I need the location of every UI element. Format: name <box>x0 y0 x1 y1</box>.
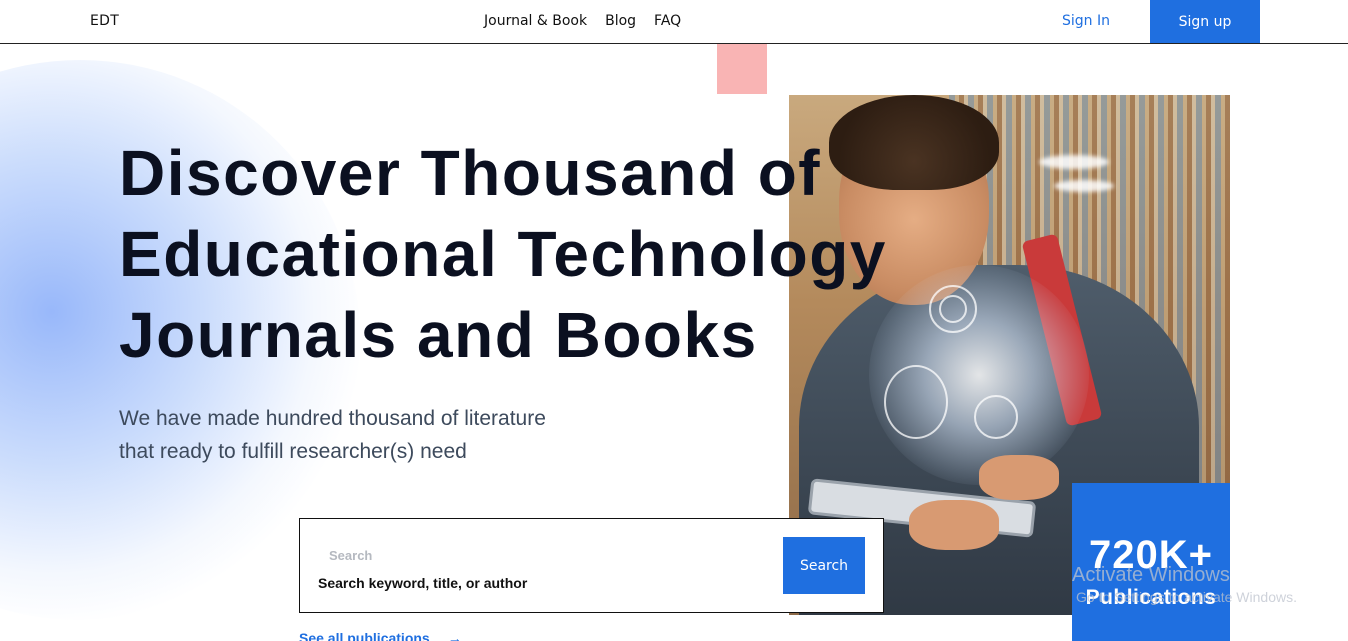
student-hand <box>979 455 1059 500</box>
ceiling-light <box>1039 155 1109 169</box>
hologram-heart <box>884 365 948 439</box>
headline-line: Educational Technology <box>119 218 887 290</box>
search-button[interactable]: Search <box>783 537 865 594</box>
hero-subtext: We have made hundred thousand of literat… <box>119 402 546 468</box>
main-nav: Journal & Book Blog FAQ <box>484 13 681 29</box>
headline-line: Discover Thousand of <box>119 137 822 209</box>
headline-line: Journals and Books <box>119 299 758 371</box>
ceiling-light <box>1054 180 1114 192</box>
search-panel: Search Search <box>299 518 884 613</box>
subtext-line: We have made hundred thousand of literat… <box>119 407 546 430</box>
hero-headline: Discover Thousand of Educational Technol… <box>119 133 887 376</box>
search-input[interactable] <box>318 575 758 591</box>
stat-value: 720K+ <box>1089 533 1213 577</box>
decorative-pink-square <box>717 44 767 94</box>
arrow-right-icon: → <box>447 630 462 641</box>
hologram-ring <box>974 395 1018 439</box>
search-label: Search <box>329 548 373 563</box>
top-navbar: EDT Journal & Book Blog FAQ Sign In Sign… <box>0 0 1348 44</box>
subtext-line: that ready to fulfill researcher(s) need <box>119 440 467 463</box>
student-hand <box>909 500 999 550</box>
hologram-ring <box>939 295 967 323</box>
landing-page: EDT Journal & Book Blog FAQ Sign In Sign… <box>0 0 1348 641</box>
nav-faq[interactable]: FAQ <box>654 13 681 29</box>
see-all-label: See all publications <box>299 630 430 641</box>
logo[interactable]: EDT <box>90 13 119 29</box>
sign-in-link[interactable]: Sign In <box>1062 13 1110 29</box>
publications-stat-card: 720K+ Publications <box>1072 483 1230 641</box>
nav-blog[interactable]: Blog <box>605 13 636 29</box>
nav-journal-book[interactable]: Journal & Book <box>484 13 587 29</box>
stat-label: Publications <box>1085 586 1217 609</box>
see-all-publications-link[interactable]: See all publications → <box>299 630 462 641</box>
sign-up-button[interactable]: Sign up <box>1150 0 1260 43</box>
